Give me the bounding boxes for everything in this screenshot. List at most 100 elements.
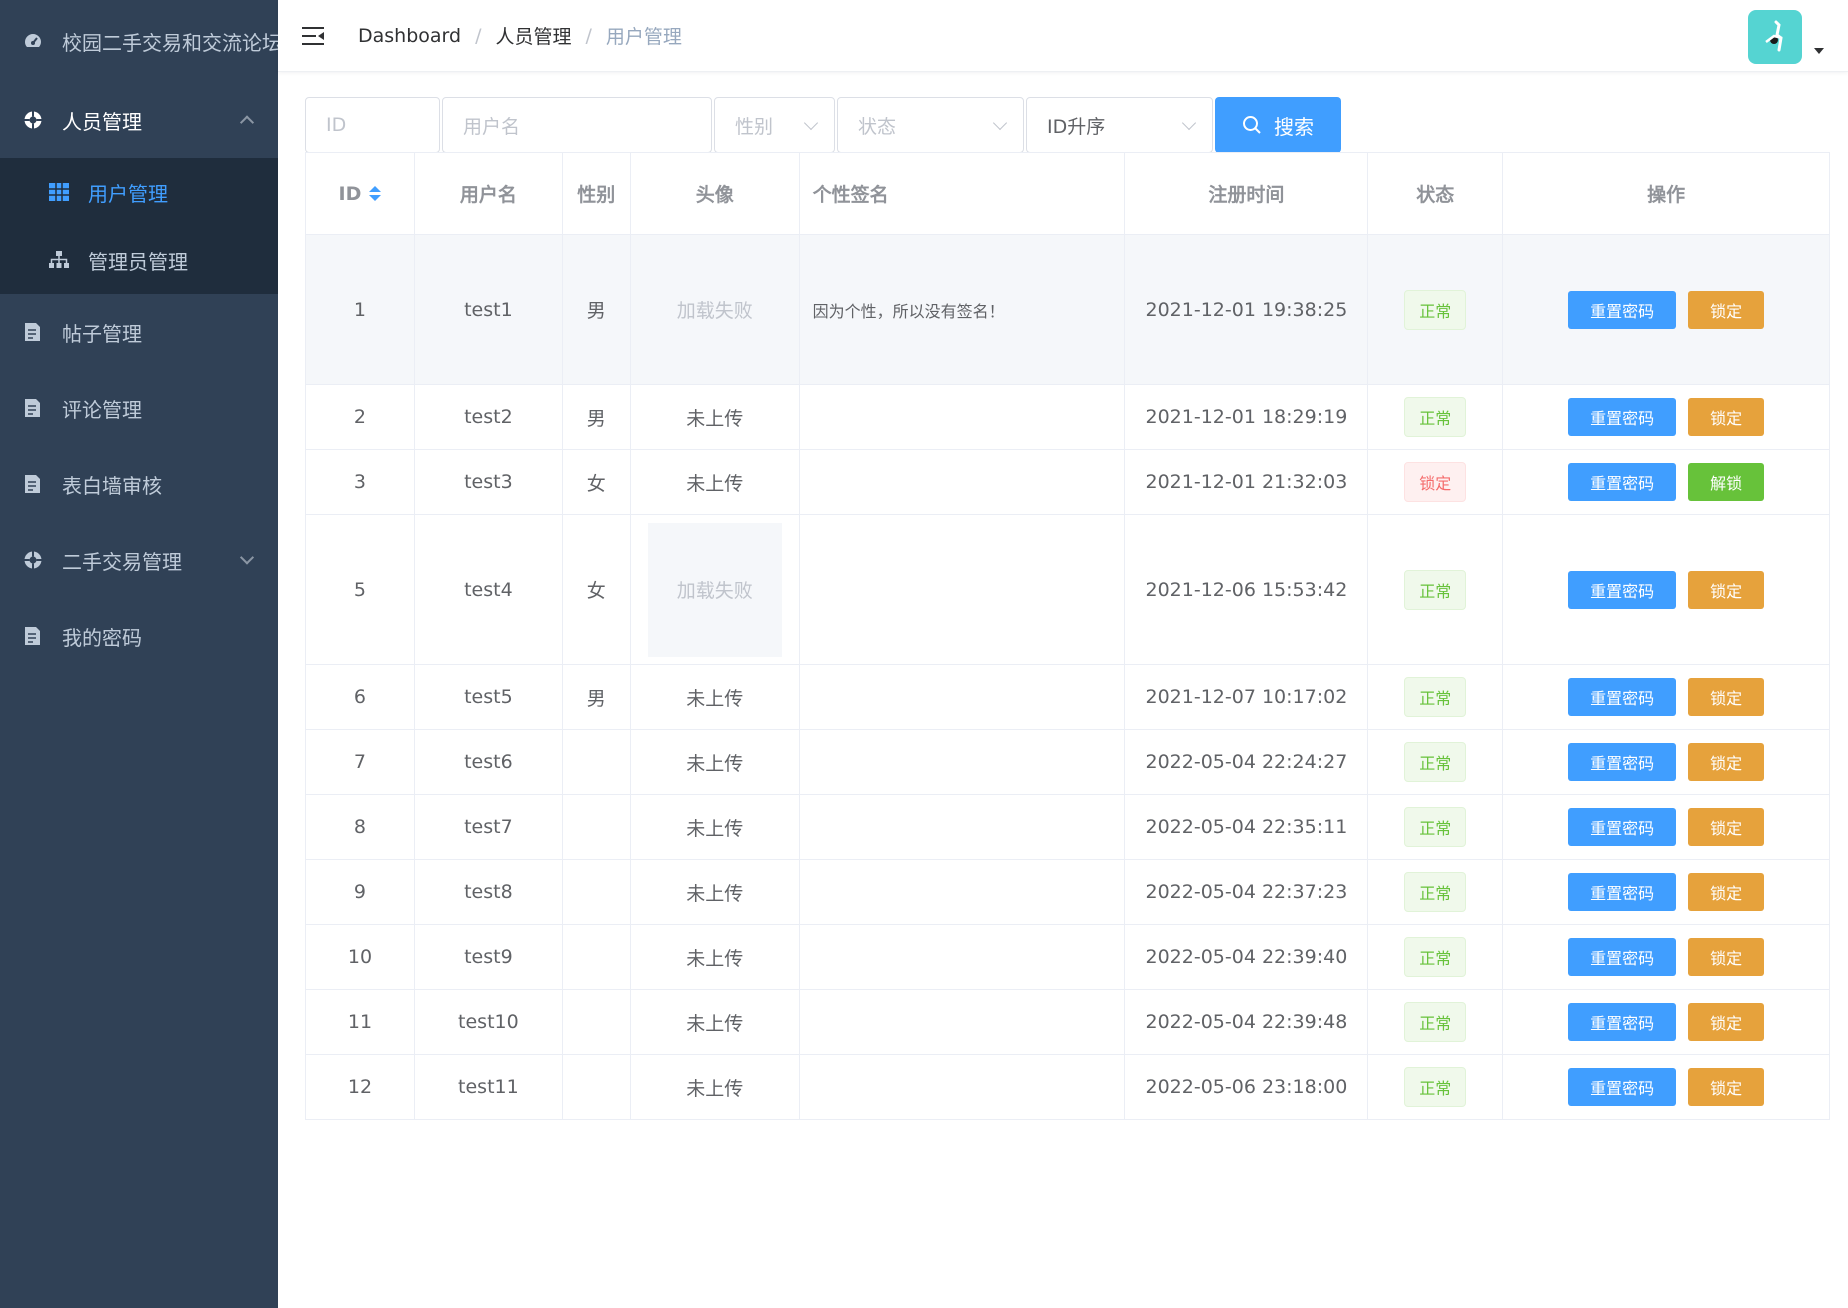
lock-button[interactable]: 锁定 (1688, 808, 1765, 846)
cell-avatar: 未上传 (631, 730, 800, 794)
breadcrumb-dashboard[interactable]: Dashboard (358, 25, 461, 47)
table-row[interactable]: 8 test7 未上传 2022-05-04 22:35:11 正常 重置密码 锁定 (306, 795, 1830, 860)
reset-password-button[interactable]: 重置密码 (1568, 1003, 1677, 1041)
reset-password-button[interactable]: 重置密码 (1568, 808, 1677, 846)
sidebar-title-text: 校园二手交易和交流论坛管 (62, 30, 278, 55)
sidebar-item-user-management[interactable]: 用户管理 (0, 158, 278, 226)
table-row[interactable]: 6 test5 男未上传 2021-12-07 10:17:02 正常 重置密码 锁定 (306, 665, 1830, 730)
cell-id: 9 (306, 860, 415, 924)
sidebar-item-admin-management[interactable]: 管理员管理 (0, 226, 278, 294)
sidebar-item-my-password[interactable]: 我的密码 (0, 598, 278, 674)
dashboard-icon (22, 30, 44, 52)
sidebar-item-confession-review[interactable]: 表白墙审核 (0, 446, 278, 522)
table-row[interactable]: 12 test11 未上传 2022-05-06 23:18:00 正常 重置密码 锁定 (306, 1055, 1830, 1120)
cell-signature (800, 730, 1126, 794)
sidebar-item-personnel[interactable]: 人员管理 (0, 82, 278, 158)
cell-id: 7 (306, 730, 415, 794)
search-button-label: 搜索 (1274, 114, 1314, 139)
lock-button[interactable]: 锁定 (1688, 398, 1765, 436)
reset-password-button[interactable]: 重置密码 (1568, 678, 1677, 716)
cell-username: test1 (415, 235, 563, 384)
status-badge: 正常 (1404, 397, 1467, 437)
table-row[interactable]: 10 test9 未上传 2022-05-04 22:39:40 正常 重置密码 锁定 (306, 925, 1830, 990)
reset-password-button[interactable]: 重置密码 (1568, 873, 1677, 911)
reset-password-button[interactable]: 重置密码 (1568, 463, 1677, 501)
lock-button[interactable]: 锁定 (1688, 570, 1765, 609)
reset-password-button[interactable]: 重置密码 (1568, 290, 1677, 329)
cell-gender (563, 860, 631, 924)
sort-caret-icon[interactable] (369, 186, 382, 201)
id-filter-input[interactable]: ID (305, 97, 440, 153)
status-badge: 正常 (1404, 742, 1467, 782)
cell-gender: 男 (563, 665, 631, 729)
cell-status: 正常 (1368, 665, 1504, 729)
col-header-id[interactable]: ID (306, 153, 415, 234)
cell-signature (800, 925, 1126, 989)
cell-actions: 重置密码 锁定 (1503, 235, 1830, 384)
unlock-button[interactable]: 解锁 (1688, 463, 1765, 501)
breadcrumb-personnel[interactable]: 人员管理 (496, 22, 572, 49)
table-grid-icon (48, 181, 70, 203)
reset-password-button[interactable]: 重置密码 (1568, 398, 1677, 436)
document-edit-icon (22, 397, 44, 419)
sidebar-title[interactable]: 校园二手交易和交流论坛管 (0, 0, 278, 82)
table-row[interactable]: 3 test3 女未上传 2021-12-01 21:32:03 锁定 重置密码 解锁 (306, 450, 1830, 515)
cell-status: 正常 (1368, 860, 1504, 924)
lock-button[interactable]: 锁定 (1688, 290, 1765, 329)
sort-select[interactable]: ID升序 (1026, 97, 1213, 153)
lifebuoy-icon (22, 109, 44, 131)
lock-button[interactable]: 锁定 (1688, 678, 1765, 716)
sidebar-item-posts[interactable]: 帖子管理 (0, 294, 278, 370)
search-button[interactable]: 搜索 (1215, 97, 1341, 153)
status-badge: 正常 (1404, 872, 1467, 912)
lock-button[interactable]: 锁定 (1688, 873, 1765, 911)
status-select[interactable]: 状态 (837, 97, 1024, 153)
lock-button[interactable]: 锁定 (1688, 1068, 1765, 1106)
cell-status: 正常 (1368, 385, 1504, 449)
signature-text: 因为个性，所以没有签名！ (812, 301, 1005, 321)
caret-down-icon[interactable] (1814, 48, 1824, 54)
cell-avatar: 未上传 (631, 925, 800, 989)
gender-select[interactable]: 性别 (714, 97, 835, 153)
lock-button[interactable]: 锁定 (1688, 743, 1765, 781)
lock-button[interactable]: 锁定 (1688, 938, 1765, 976)
avatar-not-uploaded: 未上传 (686, 407, 744, 430)
sidebar-item-secondhand[interactable]: 二手交易管理 (0, 522, 278, 598)
avatar-not-uploaded: 未上传 (686, 472, 744, 495)
table-row[interactable]: 11 test10 未上传 2022-05-04 22:39:48 正常 重置密码 锁定 (306, 990, 1830, 1055)
avatar-not-uploaded: 未上传 (686, 687, 744, 710)
username-filter-input[interactable]: 用户名 (442, 97, 712, 153)
sidebar-item-comments[interactable]: 评论管理 (0, 370, 278, 446)
table-row[interactable]: 9 test8 未上传 2022-05-04 22:37:23 正常 重置密码 锁定 (306, 860, 1830, 925)
cell-username: test4 (415, 515, 563, 664)
user-dropdown[interactable] (1748, 10, 1824, 64)
cell-username: test6 (415, 730, 563, 794)
cell-signature (800, 450, 1126, 514)
lock-button[interactable]: 锁定 (1688, 1003, 1765, 1041)
table-row[interactable]: 1 test1 男 加载失败 因为个性，所以没有签名！ 2021-12-01 19:38:… (306, 235, 1830, 385)
sidebar-item-label: 二手交易管理 (62, 549, 182, 574)
hamburger-menu-icon[interactable] (302, 25, 326, 47)
cell-actions: 重置密码 锁定 (1503, 665, 1830, 729)
avatar-load-failed: 加载失败 (647, 522, 782, 657)
cell-id: 3 (306, 450, 415, 514)
reset-password-button[interactable]: 重置密码 (1568, 743, 1677, 781)
cell-register-time: 2022-05-04 22:39:40 (1125, 925, 1369, 989)
table-row[interactable]: 7 test6 未上传 2022-05-04 22:24:27 正常 重置密码 锁定 (306, 730, 1830, 795)
cell-actions: 重置密码 锁定 (1503, 925, 1830, 989)
cell-status: 正常 (1368, 515, 1504, 664)
reset-password-button[interactable]: 重置密码 (1568, 570, 1677, 609)
reset-password-button[interactable]: 重置密码 (1568, 938, 1677, 976)
chevron-down-icon (803, 115, 819, 131)
cell-register-time: 2022-05-04 22:37:23 (1125, 860, 1369, 924)
table-row[interactable]: 5 test4 女加载失败 2021-12-06 15:53:42 正常 重置密码 锁定 (306, 515, 1830, 665)
user-table: ID 用户名 性别 头像 个性签名 注册时间 状态 操作 1 test1 男加载失败… (305, 152, 1830, 1120)
col-header-actions: 操作 (1503, 153, 1830, 234)
avatar[interactable] (1748, 10, 1802, 64)
table-row[interactable]: 2 test2 男未上传 2021-12-01 18:29:19 正常 重置密码 锁定 (306, 385, 1830, 450)
cell-gender: 女 (563, 515, 631, 664)
sidebar-item-label: 用户管理 (88, 181, 168, 206)
breadcrumb: Dashboard / 人员管理 / 用户管理 (358, 22, 682, 49)
reset-password-button[interactable]: 重置密码 (1568, 1068, 1677, 1106)
lifebuoy-icon (22, 549, 44, 571)
